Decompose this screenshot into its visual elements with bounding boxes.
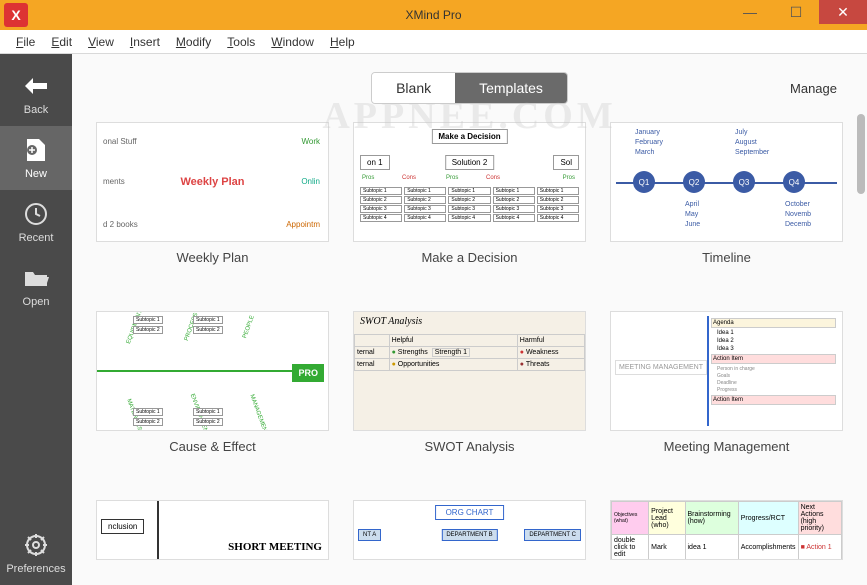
menu-file[interactable]: File xyxy=(8,35,43,49)
menu-insert[interactable]: Insert xyxy=(122,35,168,49)
template-label: Timeline xyxy=(702,250,751,265)
menu-help[interactable]: Help xyxy=(322,35,363,49)
titlebar: X XMind Pro — ☐ ✕ xyxy=(0,0,867,30)
manage-link[interactable]: Manage xyxy=(790,81,837,96)
content-area: APPNEE.COM Blank Templates Manage Weekly… xyxy=(72,54,867,585)
menu-modify[interactable]: Modify xyxy=(168,35,219,49)
template-thumb: SWOT Analysis HelpfulHarmful ternal ● St… xyxy=(353,311,586,431)
top-controls: Blank Templates Manage xyxy=(72,54,867,122)
template-label: SWOT Analysis xyxy=(424,439,514,454)
template-thumb: nclusion SHORT MEETING xyxy=(96,500,329,560)
main-area: Back New Recent Open Preferences xyxy=(0,54,867,585)
tab-group: Blank Templates xyxy=(371,72,568,104)
template-make-decision[interactable]: Make a Decision on 1 Solution 2 Sol Pros… xyxy=(353,122,586,293)
sidebar-label: Open xyxy=(23,296,50,308)
menu-view[interactable]: View xyxy=(80,35,122,49)
menu-tools[interactable]: Tools xyxy=(219,35,263,49)
menubar: File Edit View Insert Modify Tools Windo… xyxy=(0,30,867,54)
sidebar: Back New Recent Open Preferences xyxy=(0,54,72,585)
sidebar-label: New xyxy=(25,168,47,180)
template-short-meeting[interactable]: nclusion SHORT MEETING xyxy=(96,500,329,585)
template-label: Cause & Effect xyxy=(169,439,255,454)
template-project-dashboard[interactable]: Objectives (what) Project Lead (who) Bra… xyxy=(610,500,843,585)
template-timeline[interactable]: Q1 Q2 Q3 Q4 January February March July … xyxy=(610,122,843,293)
app-icon: X xyxy=(4,3,28,27)
template-thumb: PRO EQUIPMENT PROCESS PEOPLE MATERIALS E… xyxy=(96,311,329,431)
sidebar-label: Preferences xyxy=(6,563,65,575)
template-label: Meeting Management xyxy=(664,439,790,454)
template-thumb: Make a Decision on 1 Solution 2 Sol Pros… xyxy=(353,122,586,242)
template-label: Make a Decision xyxy=(421,250,517,265)
window-controls: — ☐ ✕ xyxy=(727,0,867,30)
sidebar-item-back[interactable]: Back xyxy=(0,62,72,126)
sidebar-item-new[interactable]: New xyxy=(0,126,72,190)
new-file-icon xyxy=(22,136,50,164)
template-swot[interactable]: SWOT Analysis HelpfulHarmful ternal ● St… xyxy=(353,311,586,482)
minimize-button[interactable]: — xyxy=(727,0,773,24)
template-meeting[interactable]: MEETING MANAGEMENT Agenda Idea 1 Idea 2 … xyxy=(610,311,843,482)
template-thumb: Weekly Plan onal Stuff Work ments Onlin … xyxy=(96,122,329,242)
template-thumb: Q1 Q2 Q3 Q4 January February March July … xyxy=(610,122,843,242)
template-org-chart[interactable]: ORG CHART NT A DEPARTMENT B DEPARTMENT C xyxy=(353,500,586,585)
menu-window[interactable]: Window xyxy=(263,35,322,49)
sidebar-label: Back xyxy=(24,104,48,116)
window-title: XMind Pro xyxy=(405,8,461,22)
sidebar-item-open[interactable]: Open xyxy=(0,254,72,318)
back-arrow-icon xyxy=(22,72,50,100)
template-grid: Weekly Plan onal Stuff Work ments Onlin … xyxy=(72,122,867,585)
maximize-button[interactable]: ☐ xyxy=(773,0,819,24)
scrollbar[interactable] xyxy=(857,114,865,194)
thumb-center: Weekly Plan xyxy=(181,176,245,188)
template-label: Weekly Plan xyxy=(176,250,248,265)
sidebar-item-preferences[interactable]: Preferences xyxy=(0,521,72,585)
gear-icon xyxy=(22,531,50,559)
close-button[interactable]: ✕ xyxy=(819,0,867,24)
menu-edit[interactable]: Edit xyxy=(43,35,80,49)
tab-templates[interactable]: Templates xyxy=(455,73,567,103)
folder-icon xyxy=(22,264,50,292)
tab-blank[interactable]: Blank xyxy=(372,73,455,103)
template-thumb: ORG CHART NT A DEPARTMENT B DEPARTMENT C xyxy=(353,500,586,560)
template-thumb: Objectives (what) Project Lead (who) Bra… xyxy=(610,500,843,560)
template-weekly-plan[interactable]: Weekly Plan onal Stuff Work ments Onlin … xyxy=(96,122,329,293)
sidebar-label: Recent xyxy=(19,232,54,244)
template-thumb: MEETING MANAGEMENT Agenda Idea 1 Idea 2 … xyxy=(610,311,843,431)
clock-icon xyxy=(22,200,50,228)
template-cause-effect[interactable]: PRO EQUIPMENT PROCESS PEOPLE MATERIALS E… xyxy=(96,311,329,482)
sidebar-item-recent[interactable]: Recent xyxy=(0,190,72,254)
